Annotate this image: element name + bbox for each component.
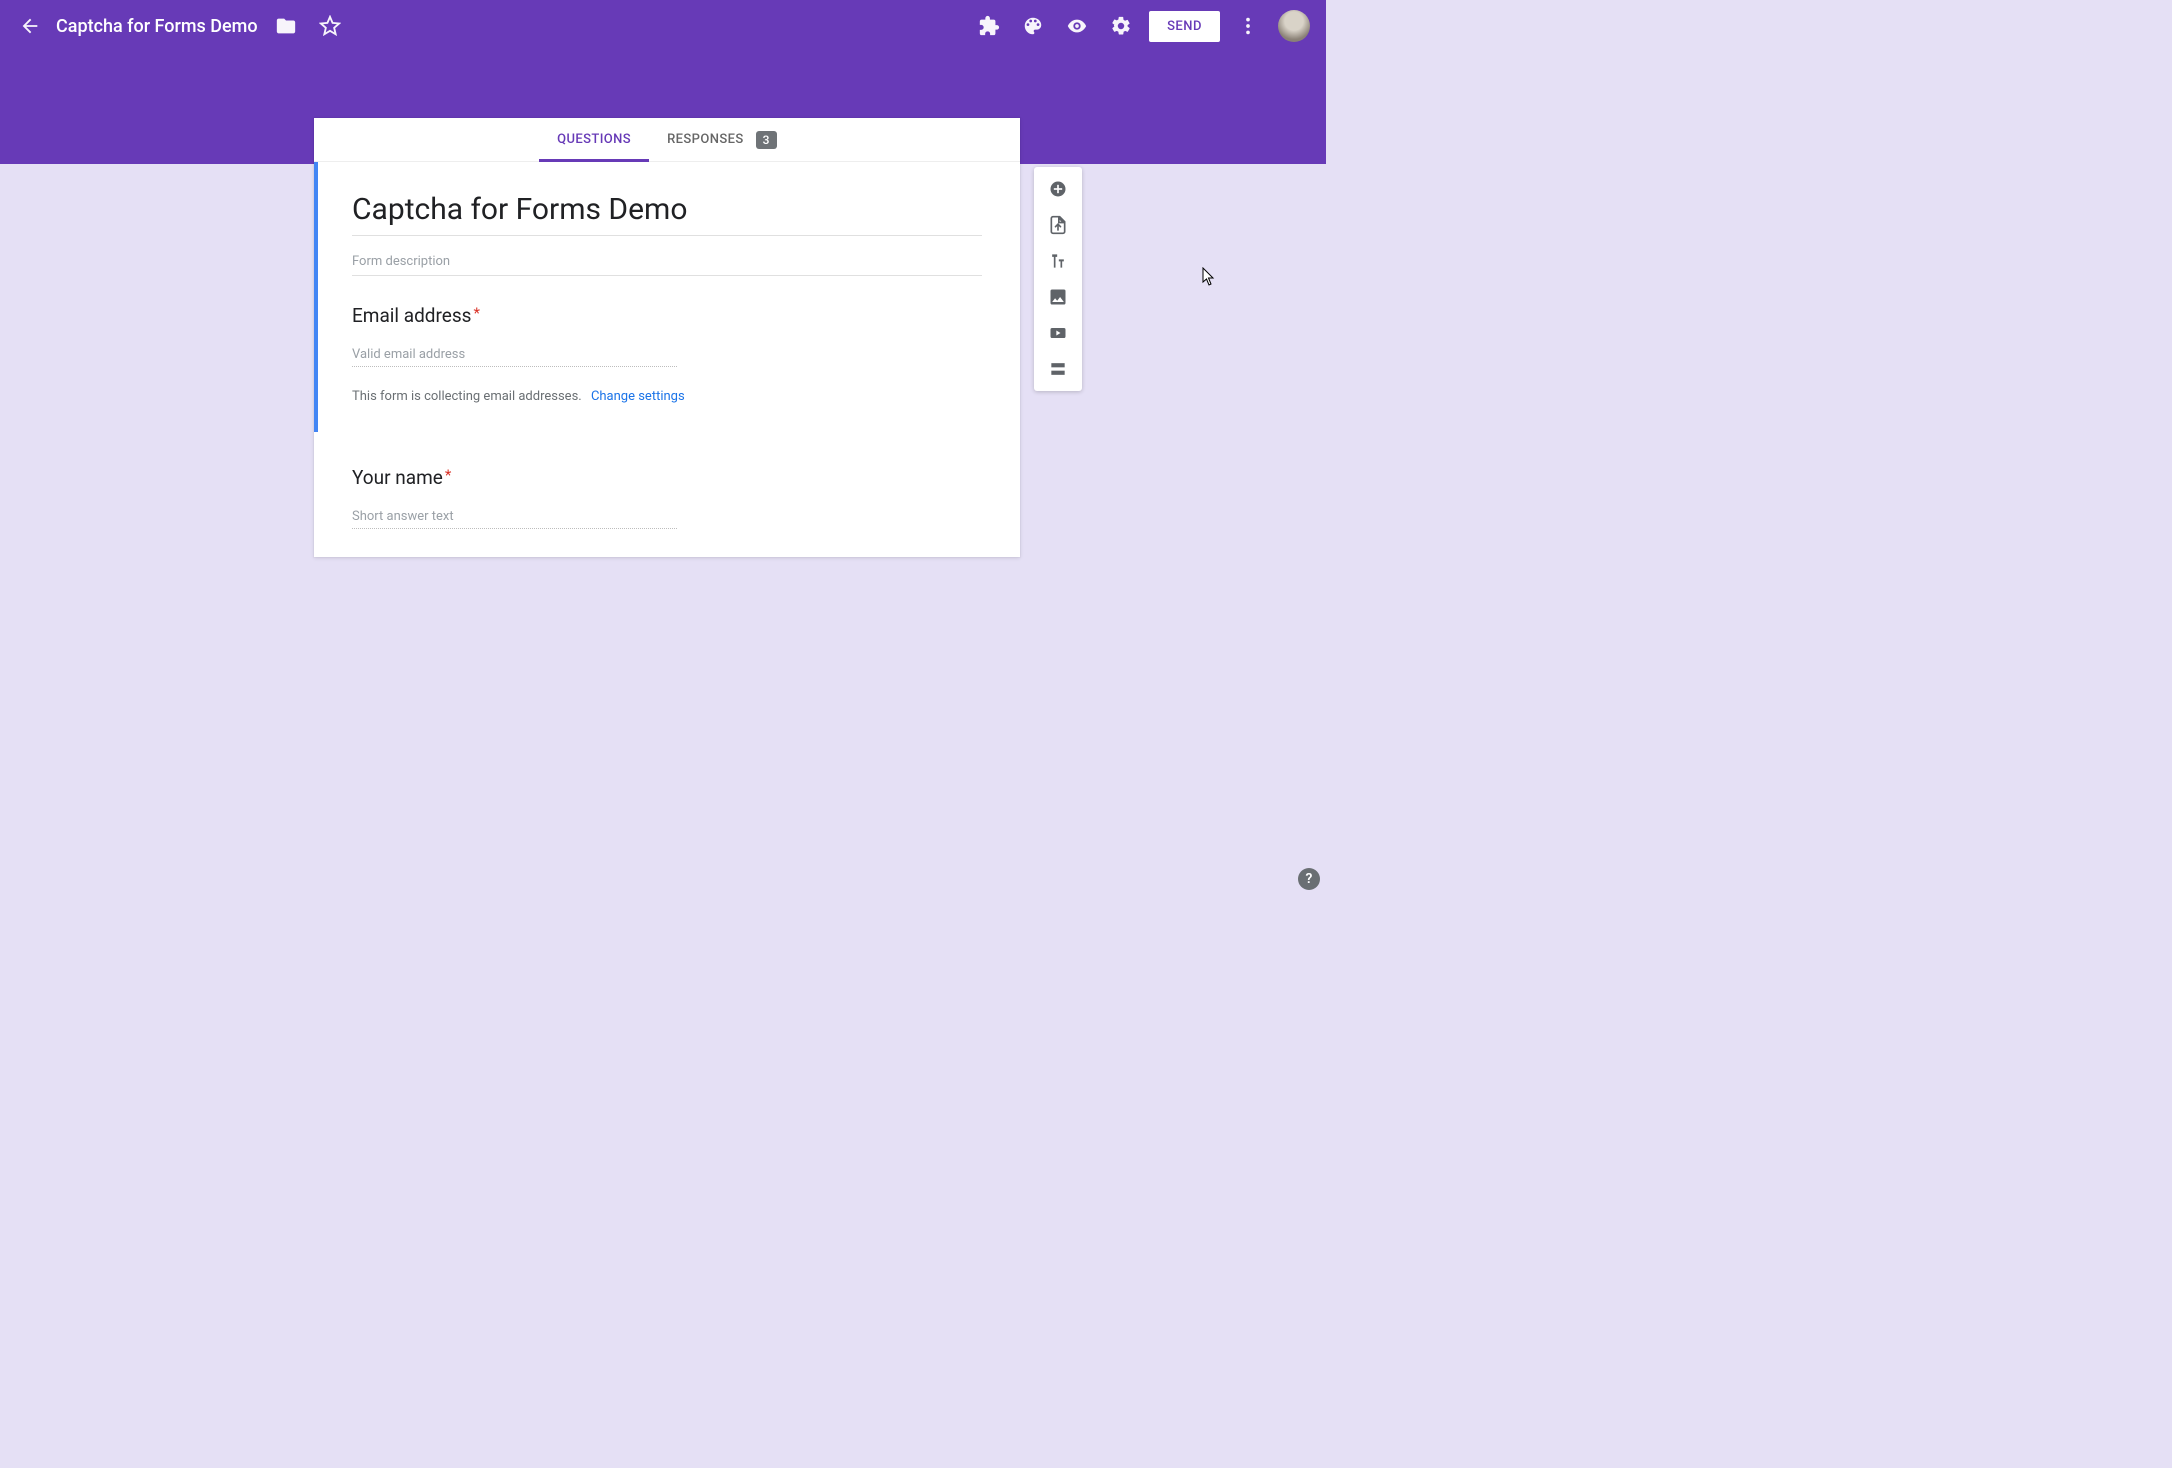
email-input-placeholder[interactable]: Valid email address — [352, 341, 677, 367]
mouse-cursor-icon — [1202, 267, 1216, 287]
add-title-icon[interactable] — [1034, 243, 1082, 279]
tab-bar: QUESTIONS RESPONSES 3 — [314, 118, 1020, 162]
form-header-section[interactable]: Captcha for Forms Demo Form description … — [314, 162, 1020, 432]
tab-questions[interactable]: QUESTIONS — [539, 118, 649, 161]
change-settings-link[interactable]: Change settings — [591, 389, 685, 404]
short-answer-placeholder[interactable]: Short answer text — [352, 503, 677, 529]
more-icon[interactable] — [1226, 4, 1270, 48]
tab-responses[interactable]: RESPONSES 3 — [649, 118, 795, 161]
folder-icon[interactable] — [264, 4, 308, 48]
add-question-icon[interactable] — [1034, 171, 1082, 207]
question-label-text: Email address — [352, 304, 471, 327]
preview-icon[interactable] — [1055, 4, 1099, 48]
tab-responses-label: RESPONSES — [667, 132, 744, 147]
add-image-icon[interactable] — [1034, 279, 1082, 315]
addons-icon[interactable] — [967, 4, 1011, 48]
back-icon[interactable] — [8, 4, 52, 48]
question-toolbar — [1034, 167, 1082, 391]
form-card: QUESTIONS RESPONSES 3 Captcha for Forms … — [314, 118, 1020, 557]
account-avatar[interactable] — [1278, 10, 1310, 42]
help-icon[interactable]: ? — [1298, 868, 1320, 890]
palette-icon[interactable] — [1011, 4, 1055, 48]
star-icon[interactable] — [308, 4, 352, 48]
add-section-icon[interactable] — [1034, 351, 1082, 387]
question-label: Email address* — [352, 304, 982, 327]
add-video-icon[interactable] — [1034, 315, 1082, 351]
required-star-icon: * — [445, 466, 451, 484]
question-your-name[interactable]: Your name* Short answer text — [314, 432, 1020, 557]
question-label: Your name* — [352, 466, 982, 489]
document-title[interactable]: Captcha for Forms Demo — [56, 16, 258, 37]
required-star-icon: * — [473, 304, 479, 322]
question-label-text: Your name — [352, 466, 443, 489]
send-button[interactable]: SEND — [1149, 11, 1220, 42]
import-questions-icon[interactable] — [1034, 207, 1082, 243]
email-collection-note-text: This form is collecting email addresses. — [352, 389, 582, 404]
form-description[interactable]: Form description — [352, 250, 982, 276]
settings-icon[interactable] — [1099, 4, 1143, 48]
form-title[interactable]: Captcha for Forms Demo — [352, 186, 982, 236]
responses-count-badge: 3 — [756, 131, 777, 149]
email-collection-note: This form is collecting email addresses.… — [352, 389, 982, 404]
